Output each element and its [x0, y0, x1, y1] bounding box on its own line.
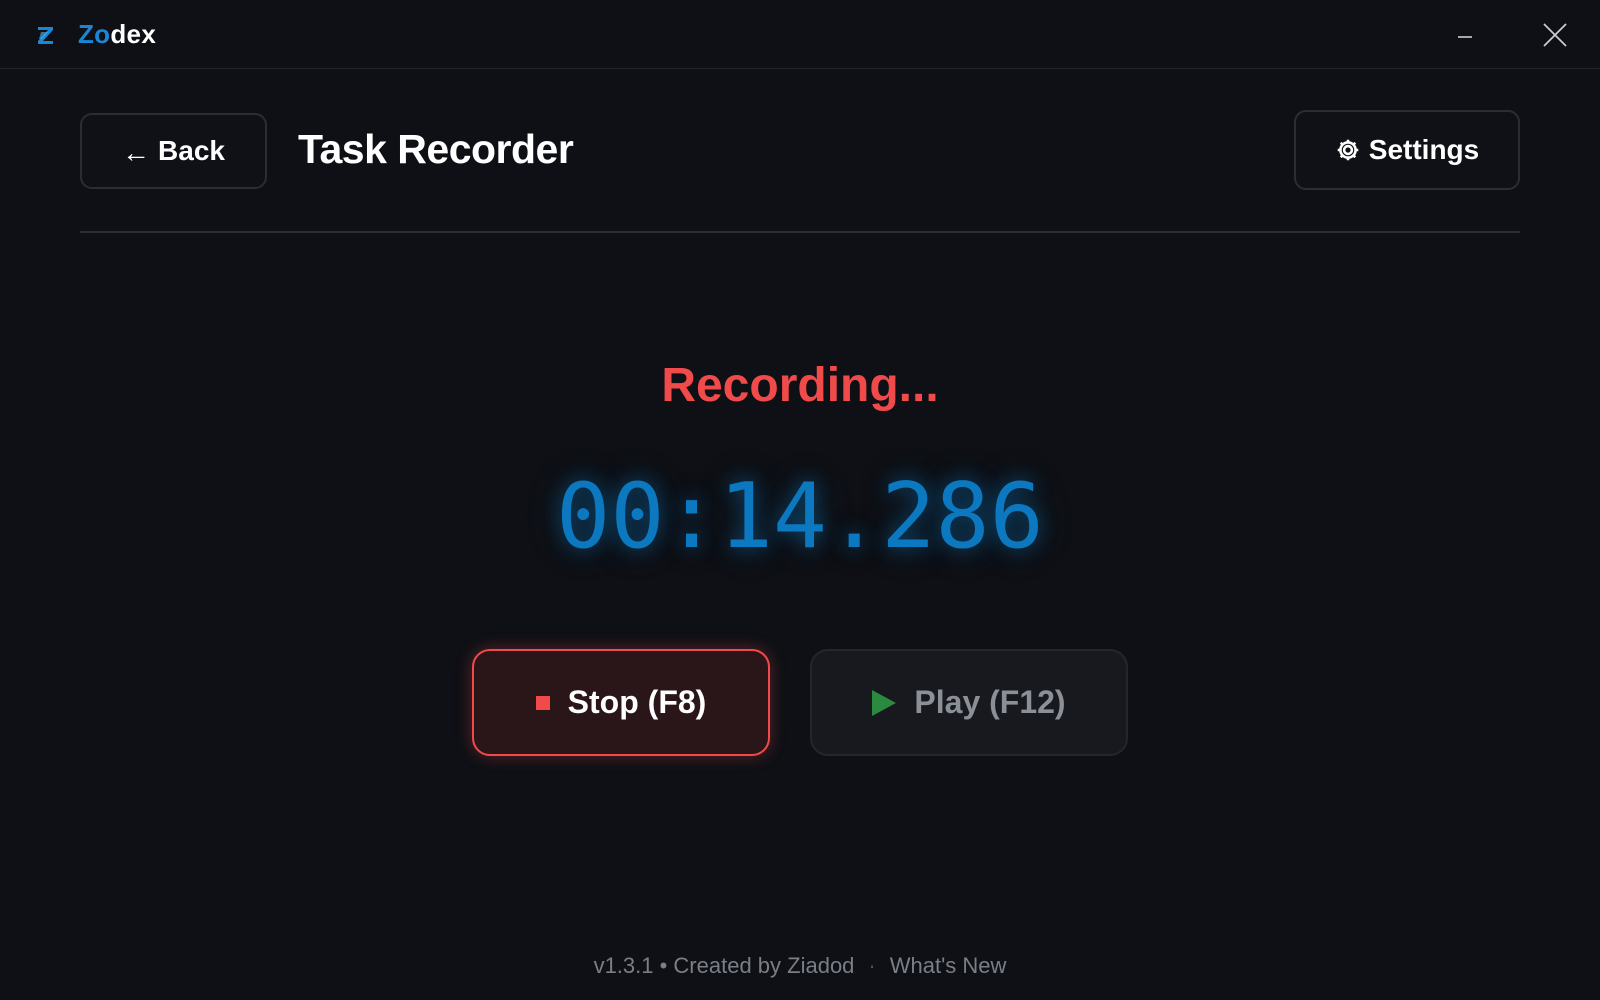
close-icon — [1543, 23, 1567, 47]
stop-button[interactable]: Stop (F8) — [472, 649, 770, 756]
header-divider — [80, 231, 1520, 233]
gear-icon — [1337, 139, 1359, 161]
footer-separator: · — [868, 953, 876, 978]
app-name-part1: Zo — [78, 19, 111, 49]
stop-label: Stop (F8) — [567, 684, 707, 720]
arrow-left-icon: ← — [122, 137, 151, 168]
whats-new-link[interactable]: What's New — [890, 953, 1007, 978]
settings-label: Settings — [1368, 134, 1480, 165]
stop-square-icon — [535, 695, 550, 710]
minimize-button[interactable] — [1448, 18, 1482, 52]
minimize-icon — [1458, 36, 1472, 38]
elapsed-timer: 00:14.286 — [556, 464, 1044, 569]
close-button[interactable] — [1538, 18, 1572, 52]
recording-status: Recording... — [661, 359, 939, 412]
app-name: Zodex — [78, 19, 156, 50]
app-name-part2: dex — [110, 19, 157, 49]
version-credit: v1.3.1 • Created by Ziadod — [593, 953, 855, 978]
play-button[interactable]: Play (F12) — [810, 649, 1128, 756]
back-label: Back — [158, 135, 225, 166]
settings-button[interactable]: Settings — [1294, 110, 1520, 190]
play-triangle-icon — [872, 689, 897, 716]
page-title: Task Recorder — [298, 126, 574, 172]
z-logo-icon — [38, 27, 53, 44]
title-bar: Zodex — [0, 0, 1600, 69]
play-label: Play (F12) — [914, 684, 1066, 720]
footer: v1.3.1 • Created by Ziadod · What's New — [0, 953, 1600, 979]
back-button[interactable]: ← Back — [80, 113, 267, 189]
